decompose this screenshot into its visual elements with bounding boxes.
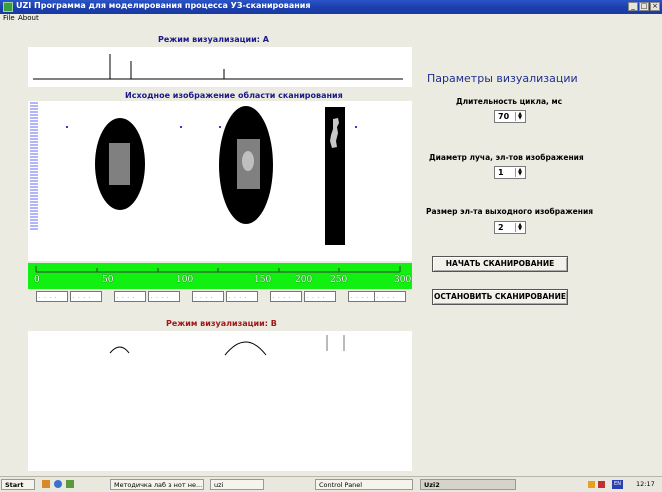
cycle-duration-value: 70 <box>498 112 510 121</box>
language-indicator[interactable]: EN <box>612 480 623 489</box>
position-box[interactable]: . . . . <box>70 291 102 302</box>
start-label: Start <box>5 481 24 489</box>
media-icon[interactable] <box>66 480 74 488</box>
scan-position-boxes: . . . . . . . . . . . . . . . . . . . . … <box>36 291 406 303</box>
position-box[interactable]: . . . . <box>270 291 302 302</box>
a-mode-plot <box>28 47 412 87</box>
maximize-button[interactable]: □ <box>639 2 649 11</box>
output-element-size-spinner[interactable]: 2 ▲ ▼ <box>494 221 526 234</box>
cycle-duration-label: Длительность цикла, мс <box>456 97 563 106</box>
taskbar-item-control-panel[interactable]: Control Panel <box>315 479 413 490</box>
position-box[interactable]: . . . . <box>374 291 406 302</box>
taskbar-item-uzi[interactable]: uzi <box>210 479 264 490</box>
tray-icon[interactable] <box>598 481 605 488</box>
beam-diameter-spinner[interactable]: 1 ▲ ▼ <box>494 166 526 179</box>
mode-b-label: Режим визуализации: B <box>166 319 277 328</box>
position-box[interactable]: . . . . <box>36 291 68 302</box>
desktop-icon[interactable] <box>42 480 50 488</box>
tray-icon[interactable] <box>588 481 595 488</box>
position-box[interactable]: . . . . <box>114 291 146 302</box>
spinner-arrows-icon[interactable]: ▲ ▼ <box>515 112 524 121</box>
ruler-tick-200: 200 <box>295 275 313 285</box>
taskbar-item-methodics[interactable]: Методичка лаб з нот не... <box>110 479 204 490</box>
position-box[interactable]: . . . . <box>192 291 224 302</box>
clock: 12:17 <box>636 480 655 488</box>
ruler-tick-0: 0 <box>34 275 40 285</box>
start-scan-button[interactable]: НАЧАТЬ СКАНИРОВАНИЕ <box>432 256 568 272</box>
window-title: UZI Программа для моделирования процесса… <box>16 1 311 10</box>
beam-diameter-label: Диаметр луча, эл-тов изображения <box>429 153 584 162</box>
b-mode-image <box>28 331 412 471</box>
minimize-button[interactable]: _ <box>628 2 638 11</box>
menu-about[interactable]: About <box>18 14 39 22</box>
app-icon <box>3 2 13 12</box>
params-heading: Параметры визуализации <box>427 72 578 85</box>
start-button[interactable]: Start <box>1 479 35 490</box>
ruler-tick-250: 250 <box>330 275 348 285</box>
position-box[interactable]: . . . . <box>226 291 258 302</box>
ruler-tick-300: 300 <box>394 275 412 285</box>
spinner-arrows-icon[interactable]: ▲ ▼ <box>515 223 524 232</box>
browser-icon[interactable] <box>54 480 62 488</box>
quick-launch <box>40 480 90 489</box>
taskbar-item-uzi2[interactable]: Uzi2 <box>420 479 516 490</box>
scan-ruler[interactable]: 0 50 100 150 200 250 300 <box>28 263 412 289</box>
ruler-tick-100: 100 <box>176 275 194 285</box>
ruler-tick-150: 150 <box>254 275 272 285</box>
close-button[interactable]: × <box>650 2 660 11</box>
source-image-label: Исходное изображение области сканировани… <box>125 91 343 100</box>
position-box[interactable]: . . . . <box>304 291 336 302</box>
stop-scan-button[interactable]: ОСТАНОВИТЬ СКАНИРОВАНИЕ <box>432 289 568 305</box>
source-image-area <box>28 101 412 261</box>
system-tray: EN 12:17 <box>586 479 660 490</box>
taskbar: Start Методичка лаб з нот не... uzi Cont… <box>0 476 662 492</box>
title-bar[interactable]: UZI Программа для моделирования процесса… <box>0 0 662 14</box>
beam-diameter-value: 1 <box>498 168 504 177</box>
cycle-duration-spinner[interactable]: 70 ▲ ▼ <box>494 110 526 123</box>
output-element-size-label: Размер эл-та выходного изображения <box>426 207 594 216</box>
spinner-arrows-icon[interactable]: ▲ ▼ <box>515 168 524 177</box>
menu-bar: File About <box>0 14 662 24</box>
mode-a-label: Режим визуализации: A <box>158 35 269 44</box>
output-element-size-value: 2 <box>498 223 504 232</box>
position-box[interactable]: . . . . <box>148 291 180 302</box>
menu-file[interactable]: File <box>3 14 15 22</box>
ruler-tick-50: 50 <box>102 275 114 285</box>
